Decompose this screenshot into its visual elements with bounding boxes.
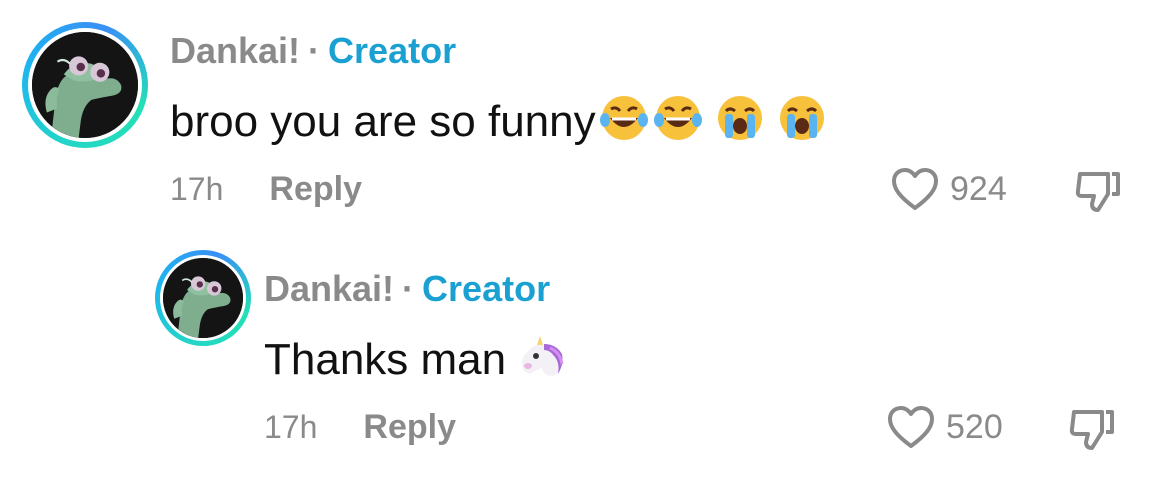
author-name[interactable]: Dankai! — [264, 268, 394, 309]
creator-badge: Creator — [422, 268, 551, 309]
like-count: 924 — [950, 169, 1007, 208]
comment-text: Thanks man — [264, 330, 566, 385]
like-button[interactable]: 924 — [890, 166, 1007, 212]
like-count: 520 — [946, 407, 1003, 446]
thumbs-down-icon — [1072, 166, 1124, 216]
heart-icon — [886, 404, 936, 450]
avatar[interactable] — [22, 22, 148, 148]
unicorn-emoji — [514, 330, 566, 382]
comment-header: Dankai! · Creator — [170, 30, 456, 72]
comment-body: Thanks man — [264, 335, 507, 384]
comment-body: broo you are so funny — [170, 97, 596, 146]
lizard-avatar-image — [32, 32, 138, 138]
comment-meta: 17h Reply — [264, 408, 456, 447]
timestamp: 17h — [264, 409, 318, 445]
like-button[interactable]: 520 — [886, 404, 1003, 450]
thumbs-down-icon — [1066, 404, 1118, 454]
creator-badge: Creator — [328, 30, 457, 71]
joy-emoji — [652, 92, 704, 144]
dislike-button[interactable] — [1072, 166, 1124, 216]
reply-button[interactable]: Reply — [363, 408, 456, 446]
separator-dot: · — [402, 268, 415, 309]
comment-text: broo you are so funny — [170, 92, 828, 147]
avatar[interactable] — [155, 250, 251, 346]
reply-button[interactable]: Reply — [269, 170, 362, 208]
timestamp: 17h — [170, 171, 224, 207]
comment: Dankai! · Creator broo you are so funny 17… — [0, 0, 1170, 250]
lizard-avatar-image — [163, 258, 243, 338]
reply-comment: Dankai! · Creator Thanks man 17h Reply 520 — [0, 240, 1170, 484]
comment-meta: 17h Reply — [170, 170, 362, 209]
sob-emoji — [776, 92, 828, 144]
comment-header: Dankai! · Creator — [264, 268, 550, 310]
joy-emoji — [598, 92, 650, 144]
dislike-button[interactable] — [1066, 404, 1118, 454]
separator-dot: · — [308, 30, 321, 71]
heart-icon — [890, 166, 940, 212]
author-name[interactable]: Dankai! — [170, 30, 300, 71]
sob-emoji — [714, 92, 766, 144]
